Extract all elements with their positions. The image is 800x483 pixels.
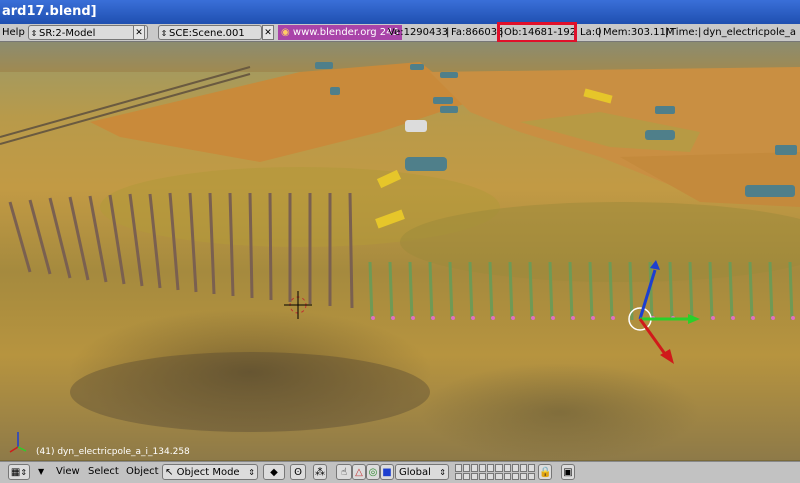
blender-logo-icon: ◉ [281,27,290,38]
pivot-select[interactable]: ʘ [290,464,306,480]
image-icon: ▣ [563,467,573,478]
memory-separator: | [665,27,669,38]
time-separator: | [698,27,702,38]
layer-button[interactable] [471,472,479,480]
close-icon: ✕ [135,28,143,38]
white-car [405,120,427,132]
collapse-menus-button[interactable]: ▼ [38,464,44,480]
triangle-down-icon: ▼ [38,467,45,476]
3d-cursor [284,291,312,319]
object-menu[interactable]: Object [126,464,159,480]
screen-delete-button[interactable]: ✕ [133,25,145,40]
updown-arrow-icon: ⇕ [248,468,255,477]
layer-button[interactable] [455,472,463,480]
layer-button[interactable] [511,472,519,480]
pivot-icon: ʘ [294,467,302,478]
active-object-status: (41) dyn_electricpole_a_i_134.258 [36,447,190,457]
orientation-select-label: Global [399,467,431,478]
layer-button[interactable] [503,472,511,480]
layer-button[interactable] [455,464,463,472]
rotate-manipulator[interactable]: ◎ [366,464,380,480]
scale-manipulator[interactable]: ■ [380,464,394,480]
layer-button[interactable] [519,464,527,472]
updown-arrow-icon: ⇕ [20,468,28,477]
translate-manipulator[interactable]: △ [352,464,366,480]
scene-render [0,42,800,453]
select-menu[interactable]: Select [88,464,119,480]
info-header: Help ⇕ SR:2-Model ✕ ⇕ SCE:Scene.001 ✕ ◉ ww… [0,24,800,42]
shading-icon: ◆ [270,467,278,478]
screen-select-label: SR:2-Model [39,28,96,39]
layer-icon: ⁂ [315,467,325,478]
updown-arrow-icon: ⇕ [160,29,168,38]
close-icon: ✕ [264,28,272,38]
draw-type-select[interactable]: ◆ [263,464,285,480]
circle-icon: ◎ [368,467,378,478]
layer-button[interactable] [503,464,511,472]
layer-button[interactable] [527,464,535,472]
layer-button[interactable] [519,472,527,480]
active-object-name: dyn_electricpole_a [703,27,797,38]
website-label: www.blender.org 243 [292,27,399,38]
hand-icon: ☝ [340,467,348,478]
3d-view-header: ▦⇕ ▼ View Select Object ↖ Object Mode ⇕ … [0,461,800,483]
face-count: Fa:866035 [451,27,504,38]
scene-select-label: SCE:Scene.001 [169,28,245,39]
layer-button[interactable] [487,472,495,480]
window-title-bar: ard17.blend] [0,0,800,24]
window-title: ard17.blend] [2,4,97,19]
dirt-track [90,62,470,162]
time-label: Time: [670,27,698,38]
layer-button-1[interactable]: ⁂ [313,464,327,480]
help-menu[interactable]: Help [2,25,25,40]
3d-viewport[interactable] [0,42,800,460]
mode-select[interactable]: ↖ Object Mode ⇕ [162,464,258,480]
layer-button[interactable] [479,464,487,472]
blender-website-link[interactable]: ◉ www.blender.org 243 [278,25,402,40]
view-menu[interactable]: View [56,464,80,480]
square-icon: ■ [382,467,392,478]
layer-button[interactable] [511,464,519,472]
editor-type-select[interactable]: ▦⇕ [8,464,30,480]
orientation-select[interactable]: Global ⇕ [395,464,449,480]
layer-button[interactable] [463,464,471,472]
lock-icon: 🔒 [539,467,552,478]
layer-buttons[interactable] [455,464,535,480]
lamp-separator: | [598,27,602,38]
triangle-icon: △ [355,467,363,478]
scene-delete-button[interactable]: ✕ [262,25,274,40]
updown-arrow-icon: ⇕ [439,468,446,477]
layer-button[interactable] [479,472,487,480]
screen-select[interactable]: ⇕ SR:2-Model [28,25,148,40]
mode-select-label: Object Mode [176,467,240,478]
vertex-separator: | [446,27,450,38]
layer-button[interactable] [495,464,503,472]
manipulator-toggle[interactable]: ☝ [336,464,352,480]
axis-indicator [9,432,27,453]
shadow-patch [70,352,430,432]
vertex-count: Ve:1290433 [388,27,449,38]
render-preview-button[interactable]: ▣ [561,464,575,480]
scene-select[interactable]: ⇕ SCE:Scene.001 [158,25,262,40]
highlight-box [497,22,577,43]
layer-button[interactable] [487,464,495,472]
lock-layers-button[interactable]: 🔒 [538,464,552,480]
layer-button[interactable] [495,472,503,480]
updown-arrow-icon: ⇕ [30,29,38,38]
memory-usage: Mem:303.11M [603,27,675,38]
layer-button[interactable] [471,464,479,472]
dirt-track [620,152,800,207]
layer-button[interactable] [463,472,471,480]
layer-button[interactable] [527,472,535,480]
mode-icon: ↖ [165,467,174,478]
grid-icon: ▦ [10,467,21,478]
